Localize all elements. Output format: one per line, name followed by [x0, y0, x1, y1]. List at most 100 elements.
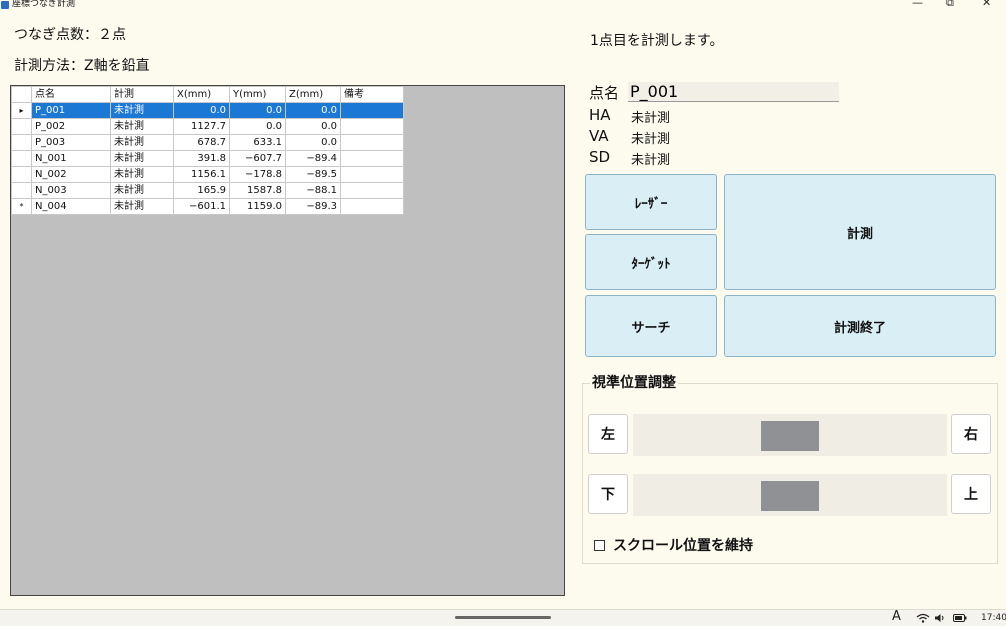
table-row[interactable]: N_003 未計測 165.9 1587.8 −88.1: [11, 182, 404, 199]
cell-note[interactable]: [340, 102, 404, 119]
volume-icon[interactable]: [934, 613, 946, 623]
app-icon: [1, 1, 9, 9]
cell-note[interactable]: [340, 118, 404, 135]
table-header-row: 点名 計測 X(mm) Y(mm) Z(mm) 備考: [11, 86, 404, 103]
row-marker[interactable]: *: [11, 198, 32, 215]
point-grid[interactable]: 点名 計測 X(mm) Y(mm) Z(mm) 備考 ▸ P_001 未計測 0…: [10, 85, 565, 596]
cell-x[interactable]: 1156.1: [173, 166, 230, 183]
cell-x[interactable]: 1127.7: [173, 118, 230, 135]
minimize-button[interactable]: —: [912, 0, 923, 10]
clock: 17:40: [981, 613, 1006, 623]
column-header[interactable]: Z(mm): [285, 86, 341, 103]
cell-state[interactable]: 未計測: [110, 102, 174, 119]
table-row[interactable]: * N_004 未計測 −601.1 1159.0 −89.3: [11, 198, 404, 215]
row-marker[interactable]: [11, 166, 32, 183]
target-button[interactable]: ﾀｰｹﾞｯﾄ: [585, 234, 717, 290]
point-name-field[interactable]: [628, 82, 839, 102]
laser-button[interactable]: ﾚｰｻﾞｰ: [585, 174, 717, 230]
measure-button[interactable]: 計測: [724, 174, 996, 290]
table-row[interactable]: P_003 未計測 678.7 633.1 0.0: [11, 134, 404, 151]
table-row[interactable]: N_002 未計測 1156.1 −178.8 −89.5: [11, 166, 404, 183]
cell-note[interactable]: [340, 166, 404, 183]
aim-up-button[interactable]: 上: [951, 474, 991, 514]
checkbox-box[interactable]: [594, 539, 605, 551]
maximize-button[interactable]: ⧉: [946, 0, 954, 10]
cell-x[interactable]: 678.7: [173, 134, 230, 151]
cell-state[interactable]: 未計測: [110, 118, 174, 135]
sd-value: 未計測: [631, 153, 671, 168]
cell-z[interactable]: 0.0: [285, 118, 341, 135]
column-header[interactable]: Y(mm): [229, 86, 286, 103]
row-marker[interactable]: ▸: [11, 102, 32, 119]
cell-note[interactable]: [340, 134, 404, 151]
cell-name[interactable]: N_003: [31, 182, 111, 199]
column-header[interactable]: 備考: [340, 86, 404, 103]
cell-name[interactable]: N_004: [31, 198, 111, 215]
cell-y[interactable]: 1587.8: [229, 182, 286, 199]
cell-y[interactable]: 0.0: [229, 118, 286, 135]
cell-z[interactable]: −89.5: [285, 166, 341, 183]
title-bar: 座標つなぎ計測 — ⧉ ✕: [0, 0, 1006, 13]
taskbar-handle[interactable]: [455, 616, 551, 619]
column-header[interactable]: 点名: [31, 86, 111, 103]
cell-name[interactable]: N_001: [31, 150, 111, 167]
cell-note[interactable]: [340, 150, 404, 167]
taskbar: A 17:40: [0, 609, 1006, 626]
row-marker[interactable]: [11, 150, 32, 167]
cell-x[interactable]: 391.8: [173, 150, 230, 167]
cell-state[interactable]: 未計測: [110, 150, 174, 167]
cell-name[interactable]: N_002: [31, 166, 111, 183]
cell-z[interactable]: 0.0: [285, 134, 341, 151]
cell-state[interactable]: 未計測: [110, 134, 174, 151]
cell-state[interactable]: 未計測: [110, 182, 174, 199]
horizontal-slider-thumb[interactable]: [761, 421, 819, 451]
cell-state[interactable]: 未計測: [110, 166, 174, 183]
search-button[interactable]: サーチ: [585, 295, 717, 357]
ha-value: 未計測: [631, 111, 671, 126]
va-value: 未計測: [631, 132, 671, 147]
finish-measure-button[interactable]: 計測終了: [724, 295, 996, 357]
aim-right-button[interactable]: 右: [951, 414, 991, 454]
table-row[interactable]: P_002 未計測 1127.7 0.0 0.0: [11, 118, 404, 135]
cell-x[interactable]: −601.1: [173, 198, 230, 215]
cell-y[interactable]: −607.7: [229, 150, 286, 167]
cell-y[interactable]: 1159.0: [229, 198, 286, 215]
cell-name[interactable]: P_001: [31, 102, 111, 119]
cell-z[interactable]: −89.3: [285, 198, 341, 215]
cell-z[interactable]: 0.0: [285, 102, 341, 119]
table-row[interactable]: N_001 未計測 391.8 −607.7 −89.4: [11, 150, 404, 167]
point-name-label: 点名: [589, 84, 620, 102]
window-title: 座標つなぎ計測: [12, 0, 76, 9]
cell-x[interactable]: 165.9: [173, 182, 230, 199]
close-button[interactable]: ✕: [982, 0, 991, 10]
ime-indicator[interactable]: A: [892, 610, 901, 624]
vertical-aim-slider[interactable]: [633, 474, 947, 516]
column-header[interactable]: 計測: [110, 86, 174, 103]
sd-label: SD: [589, 148, 611, 166]
cell-name[interactable]: P_002: [31, 118, 111, 135]
row-marker[interactable]: [11, 118, 32, 135]
cell-state[interactable]: 未計測: [110, 198, 174, 215]
cell-x[interactable]: 0.0: [173, 102, 230, 119]
cell-note[interactable]: [340, 182, 404, 199]
aim-down-button[interactable]: 下: [588, 474, 628, 514]
row-marker[interactable]: [11, 134, 32, 151]
wifi-icon[interactable]: [916, 613, 930, 623]
cell-name[interactable]: P_003: [31, 134, 111, 151]
ha-label: HA: [589, 106, 611, 124]
cell-z[interactable]: −88.1: [285, 182, 341, 199]
column-header[interactable]: X(mm): [173, 86, 230, 103]
battery-icon[interactable]: [953, 614, 967, 622]
keep-scroll-checkbox[interactable]: スクロール位置を維持: [594, 535, 753, 555]
cell-y[interactable]: −178.8: [229, 166, 286, 183]
aim-left-button[interactable]: 左: [588, 414, 628, 454]
vertical-slider-thumb[interactable]: [761, 481, 819, 511]
cell-y[interactable]: 633.1: [229, 134, 286, 151]
horizontal-aim-slider[interactable]: [633, 414, 947, 456]
cell-note[interactable]: [340, 198, 404, 215]
row-marker[interactable]: [11, 182, 32, 199]
cell-z[interactable]: −89.4: [285, 150, 341, 167]
table-row[interactable]: ▸ P_001 未計測 0.0 0.0 0.0: [11, 102, 404, 119]
cell-y[interactable]: 0.0: [229, 102, 286, 119]
row-header-corner: [11, 86, 32, 103]
